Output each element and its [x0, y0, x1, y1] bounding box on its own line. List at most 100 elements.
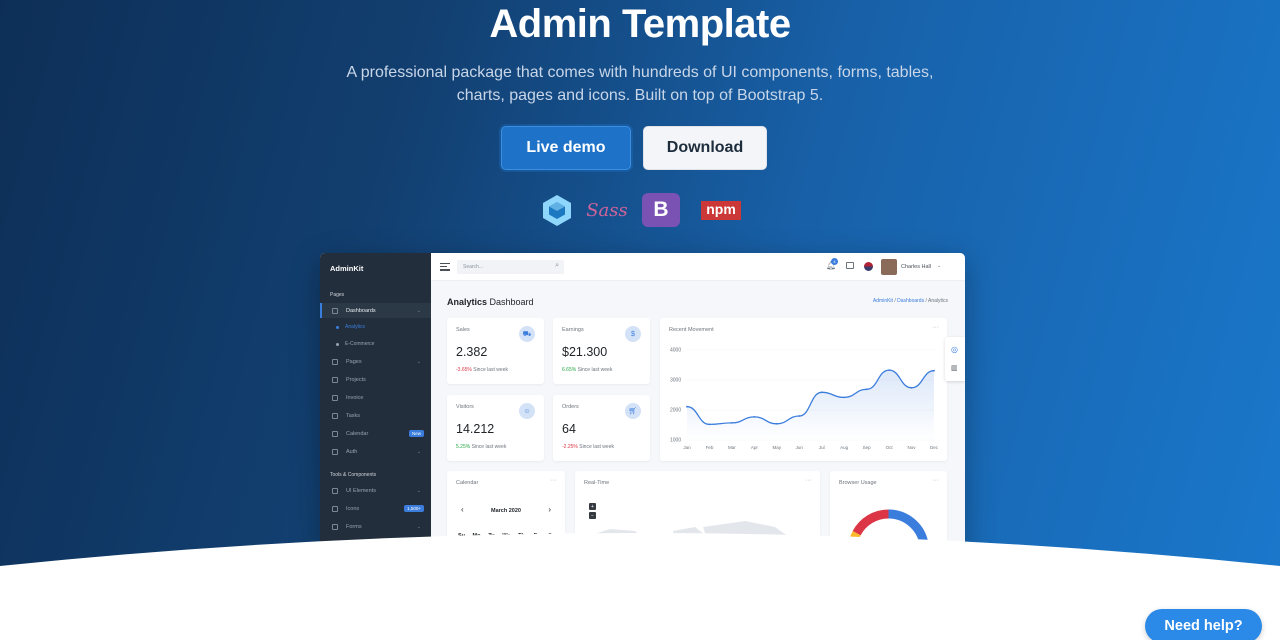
sidebar-item-tables[interactable]: Tables	[320, 537, 431, 552]
donut-slice[interactable]	[852, 509, 889, 536]
sidebar-item-projects[interactable]: Projects	[320, 372, 431, 387]
sidebar-item-datatables[interactable]: DataTables ⌄	[320, 593, 431, 608]
breadcrumb: AdminKit / Dashboards / Analytics	[872, 298, 948, 304]
chevron-down-icon[interactable]: ⌄	[937, 263, 941, 269]
calendar-day[interactable]: 1	[454, 546, 469, 566]
sidebar-item-ecommerce[interactable]: E-Commerce	[336, 341, 374, 347]
sidebar-item-analytics[interactable]: Analytics	[336, 324, 365, 330]
calendar-day[interactable]: 17	[484, 585, 499, 605]
dashboard-preview[interactable]: AdminKit Pages Dashboards ⌄ Analytics E-C…	[320, 253, 965, 640]
y-tick-label: 2000	[670, 408, 681, 414]
x-tick-label: Oct	[886, 445, 894, 450]
data-point[interactable]	[686, 405, 688, 408]
calendar-day[interactable]: 16	[469, 585, 484, 605]
avatar[interactable]	[881, 259, 897, 275]
sidebar-item-form-plugins[interactable]: Form Plugins ⌄	[320, 575, 431, 590]
data-point[interactable]	[708, 423, 711, 426]
hamburger-icon[interactable]	[440, 263, 450, 271]
calendar-day[interactable]: 4	[499, 546, 514, 566]
x-tick-label: May	[773, 445, 782, 450]
calendar-day[interactable]: 13	[529, 565, 544, 585]
sidebar-item-dashboards[interactable]: Dashboards ⌄	[320, 303, 431, 318]
recent-movement-chart: 4000 3000 2000 1000Jan Feb Mar Apr May Jun Jul Aug…	[670, 348, 939, 451]
data-point[interactable]	[775, 422, 778, 425]
calendar-day[interactable]: 14	[544, 565, 559, 585]
data-point[interactable]	[888, 369, 890, 371]
sidebar-item-auth[interactable]: Auth ⌄	[320, 444, 431, 459]
data-point[interactable]	[910, 386, 913, 389]
shopping-cart-icon: 🛒︎	[625, 403, 641, 419]
calendar-day[interactable]: 5	[514, 546, 529, 566]
weekday-label: Sa	[548, 532, 555, 539]
calendar-day[interactable]: 2	[469, 546, 484, 566]
user-name[interactable]: Charles Hall	[901, 264, 931, 270]
calendar-day[interactable]: 23	[469, 604, 484, 624]
calendar-day[interactable]: 9	[469, 565, 484, 585]
check-circle-icon	[332, 523, 338, 530]
calendar-day[interactable]: 8	[454, 565, 469, 585]
data-point[interactable]	[731, 422, 733, 424]
data-point[interactable]	[820, 391, 823, 394]
browser-value: 4306	[921, 606, 934, 612]
sidebar-item-pages[interactable]: Pages ⌄	[320, 354, 431, 369]
x-tick-label: Dec	[930, 445, 939, 450]
book-icon[interactable]: ▥	[951, 364, 958, 372]
calendar-day[interactable]: 28	[544, 604, 559, 624]
data-point[interactable]	[798, 415, 801, 417]
download-button[interactable]: Download	[643, 126, 767, 170]
more-icon[interactable]: ···	[932, 477, 939, 484]
webpack-icon	[539, 192, 575, 228]
icons-count-badge: 1,500+	[404, 505, 424, 512]
chevron-right-icon[interactable]: ›	[548, 505, 551, 514]
x-tick-label: Jan	[683, 445, 691, 450]
sidebar-item-forms[interactable]: Forms ⌄	[320, 519, 431, 534]
hero-title: Admin Template	[489, 2, 791, 46]
flag-icon[interactable]	[864, 262, 873, 271]
calendar-day[interactable]: 7	[544, 546, 559, 566]
sidebar-item-invoice[interactable]: Invoice	[320, 390, 431, 405]
donut-slice[interactable]	[888, 509, 929, 588]
more-icon[interactable]: ···	[550, 477, 557, 484]
sidebar-item-ui-elements[interactable]: UI Elements ⌄	[320, 483, 431, 498]
sidebar-item-calendar[interactable]: Calendar New	[320, 426, 431, 441]
calendar-day[interactable]: 15	[454, 585, 469, 605]
globe-icon[interactable]: ◎	[951, 345, 958, 354]
live-demo-button[interactable]: Live demo	[501, 126, 631, 170]
chevron-down-icon: ⌄	[416, 597, 421, 604]
calendar-day[interactable]: 12	[514, 565, 529, 585]
sidebar-item-tasks[interactable]: Tasks	[320, 408, 431, 423]
sidebar-item-icons[interactable]: Icons 1,500+	[320, 501, 431, 516]
briefcase-icon	[332, 487, 338, 494]
data-point[interactable]	[865, 388, 868, 391]
calendar-day[interactable]: 6	[529, 546, 544, 566]
message-icon[interactable]	[846, 262, 854, 269]
sidebar-heading-tools: Tools & Components	[330, 472, 377, 478]
x-tick-label: Jun	[796, 445, 804, 450]
calendar-day[interactable]: 24	[484, 604, 499, 624]
calendar-day[interactable]: 25	[499, 604, 514, 624]
x-tick-label: Nov	[908, 445, 917, 450]
browser-usage-card: Browser Usage ··· Chrome 4306	[830, 471, 947, 640]
data-point[interactable]	[933, 369, 935, 372]
need-help-button[interactable]: Need help?	[1145, 609, 1262, 640]
calendar-day[interactable]: 10	[484, 565, 499, 585]
sidebar-brand[interactable]: AdminKit	[330, 264, 363, 273]
calendar-day[interactable]: 20	[529, 585, 544, 605]
calendar-day[interactable]: 3	[484, 546, 499, 566]
data-point[interactable]	[753, 416, 756, 418]
calendar-day[interactable]: 22	[454, 604, 469, 624]
calendar-day[interactable]: 21	[544, 585, 559, 605]
new-badge: New	[408, 430, 424, 437]
calendar-day[interactable]: 26	[514, 604, 529, 624]
donut-slice[interactable]	[848, 531, 904, 591]
calendar-day[interactable]: 19	[514, 585, 529, 605]
calendar-day[interactable]: 11	[499, 565, 514, 585]
weekday-label: Tu	[488, 532, 495, 539]
chrome-legend-dot	[845, 607, 850, 612]
search-icon[interactable]: ⌕	[555, 262, 559, 270]
calendar-day[interactable]: 27	[529, 604, 544, 624]
calendar-day[interactable]: 18	[499, 585, 514, 605]
data-point[interactable]	[843, 396, 846, 399]
search-input[interactable]: Search... ⌕	[457, 260, 564, 274]
y-tick-label: 4000	[670, 348, 681, 354]
